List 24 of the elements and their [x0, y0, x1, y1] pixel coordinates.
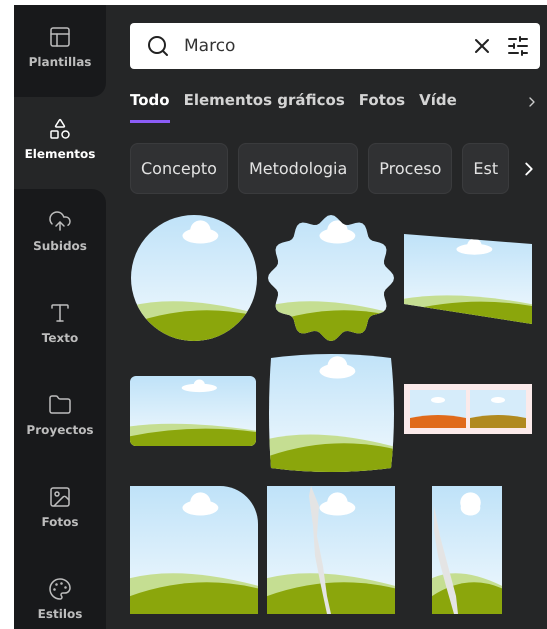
search-icon	[146, 34, 170, 58]
filter-chip[interactable]: Proceso	[368, 143, 452, 194]
sidebar-item[interactable]: Estilos	[14, 557, 106, 629]
shapes-icon	[48, 117, 72, 141]
tab[interactable]: Víde	[419, 91, 457, 123]
image-icon	[48, 485, 72, 509]
filter-chip[interactable]: Est	[462, 143, 510, 194]
tab[interactable]: Todo	[130, 91, 170, 123]
palette-icon	[48, 577, 72, 601]
folder-icon	[48, 393, 72, 417]
tab[interactable]: Elementos gráficos	[184, 91, 345, 123]
tab[interactable]: Fotos	[358, 91, 406, 123]
filter-button[interactable]	[506, 34, 530, 58]
filter-chip[interactable]: Metodologia	[238, 143, 358, 194]
filter-chip[interactable]: Concepto	[130, 143, 228, 194]
sidebar-item[interactable]: Proyectos	[14, 373, 106, 465]
sidebar-item[interactable]: Plantillas	[14, 5, 106, 97]
sidebar-item[interactable]: Subidos	[14, 189, 106, 281]
sidebar-item[interactable]: Texto	[14, 281, 106, 373]
sliders-icon	[506, 34, 530, 58]
search-field[interactable]: Marco	[130, 23, 540, 69]
sidebar-item[interactable]: Fotos	[14, 465, 106, 557]
upload-icon	[48, 209, 72, 233]
template-icon	[48, 25, 72, 49]
